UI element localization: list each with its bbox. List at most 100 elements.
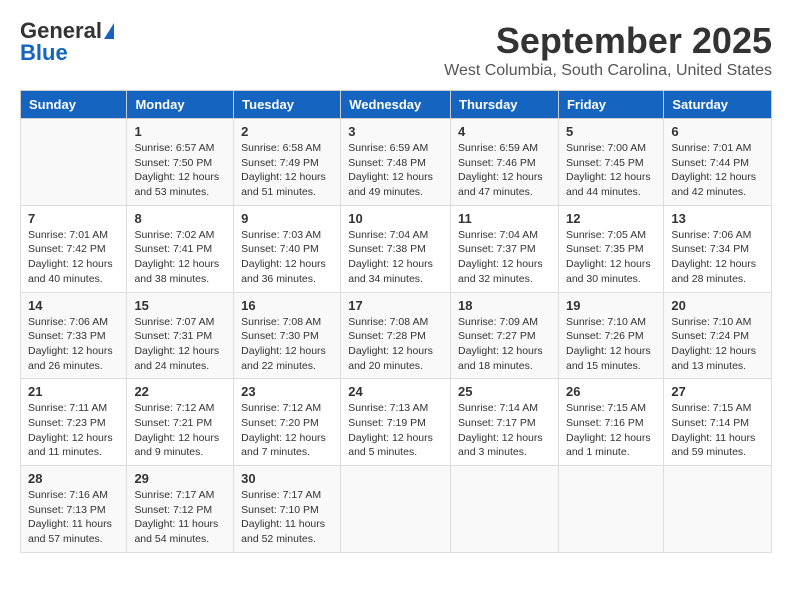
location-title: West Columbia, South Carolina, United St… [444, 62, 772, 80]
day-number: 6 [671, 124, 764, 139]
calendar-cell: 3Sunrise: 6:59 AMSunset: 7:48 PMDaylight… [341, 119, 451, 206]
calendar-cell: 14 Sunrise: 7:06 AMSunset: 7:33 PMDayligh… [21, 292, 127, 379]
day-number: 10 [348, 211, 443, 226]
calendar-table: SundayMondayTuesdayWednesdayThursdayFrid… [20, 90, 772, 553]
calendar-cell: 19 Sunrise: 7:10 AMSunset: 7:26 PMDayligh… [558, 292, 663, 379]
day-info: Sunrise: 7:17 AMSunset: 7:12 PMDaylight:… [134, 488, 226, 547]
day-number: 19 [566, 298, 656, 313]
weekday-header: Sunday [21, 91, 127, 119]
day-info: Sunrise: 7:15 AMSunset: 7:16 PMDaylight:… [566, 401, 656, 460]
day-number: 18 [458, 298, 551, 313]
calendar-cell: 2 Sunrise: 6:58 AMSunset: 7:49 PMDaylight… [234, 119, 341, 206]
calendar-cell [341, 466, 451, 553]
day-number: 11 [458, 211, 551, 226]
day-number: 4 [458, 124, 551, 139]
calendar-cell: 16 Sunrise: 7:08 AMSunset: 7:30 PMDayligh… [234, 292, 341, 379]
calendar-cell: 23 Sunrise: 7:12 AMSunset: 7:20 PMDayligh… [234, 379, 341, 466]
weekday-header: Friday [558, 91, 663, 119]
day-info: Sunrise: 7:06 AMSunset: 7:34 PMDaylight:… [671, 228, 764, 287]
day-info: Sunrise: 7:04 AMSunset: 7:38 PMDaylight:… [348, 228, 443, 287]
day-number: 23 [241, 384, 333, 399]
day-number: 2 [241, 124, 333, 139]
calendar-cell: 24 Sunrise: 7:13 AMSunset: 7:19 PMDayligh… [341, 379, 451, 466]
day-info: Sunrise: 7:14 AMSunset: 7:17 PMDaylight:… [458, 401, 551, 460]
day-info: Sunrise: 7:04 AMSunset: 7:37 PMDaylight:… [458, 228, 551, 287]
day-info: Sunrise: 7:13 AMSunset: 7:19 PMDaylight:… [348, 401, 443, 460]
day-number: 28 [28, 471, 119, 486]
page-header: General Blue September 2025 West Columbi… [20, 20, 772, 80]
day-info: Sunrise: 6:58 AMSunset: 7:49 PMDaylight:… [241, 141, 333, 200]
calendar-cell: 12 Sunrise: 7:05 AMSunset: 7:35 PMDayligh… [558, 205, 663, 292]
logo: General Blue [20, 20, 114, 64]
day-info: Sunrise: 7:12 AMSunset: 7:20 PMDaylight:… [241, 401, 333, 460]
day-number: 25 [458, 384, 551, 399]
day-info: Sunrise: 7:15 AMSunset: 7:14 PMDaylight:… [671, 401, 764, 460]
calendar-cell [664, 466, 772, 553]
calendar-cell: 11 Sunrise: 7:04 AMSunset: 7:37 PMDayligh… [451, 205, 559, 292]
calendar-cell: 15Sunrise: 7:07 AMSunset: 7:31 PMDayligh… [127, 292, 234, 379]
calendar-cell: 30 Sunrise: 7:17 AMSunset: 7:10 PMDayligh… [234, 466, 341, 553]
day-number: 22 [134, 384, 226, 399]
day-number: 13 [671, 211, 764, 226]
day-number: 14 [28, 298, 119, 313]
day-number: 3 [348, 124, 443, 139]
day-info: Sunrise: 7:09 AMSunset: 7:27 PMDaylight:… [458, 315, 551, 374]
calendar-cell: 10 Sunrise: 7:04 AMSunset: 7:38 PMDayligh… [341, 205, 451, 292]
calendar-week-row: 1 Sunrise: 6:57 AMSunset: 7:50 PMDaylight… [21, 119, 772, 206]
day-number: 9 [241, 211, 333, 226]
day-number: 12 [566, 211, 656, 226]
day-info: Sunrise: 7:03 AMSunset: 7:40 PMDaylight:… [241, 228, 333, 287]
day-number: 27 [671, 384, 764, 399]
calendar-cell: 25 Sunrise: 7:14 AMSunset: 7:17 PMDayligh… [451, 379, 559, 466]
calendar-cell: 13 Sunrise: 7:06 AMSunset: 7:34 PMDayligh… [664, 205, 772, 292]
day-number: 1 [134, 124, 226, 139]
calendar-cell: 7Sunrise: 7:01 AMSunset: 7:42 PMDaylight… [21, 205, 127, 292]
day-info: Sunrise: 6:59 AMSunset: 7:46 PMDaylight:… [458, 141, 551, 200]
calendar-week-row: 21Sunrise: 7:11 AMSunset: 7:23 PMDayligh… [21, 379, 772, 466]
weekday-header: Tuesday [234, 91, 341, 119]
day-info: Sunrise: 6:57 AMSunset: 7:50 PMDaylight:… [134, 141, 226, 200]
day-number: 30 [241, 471, 333, 486]
day-info: Sunrise: 7:10 AMSunset: 7:26 PMDaylight:… [566, 315, 656, 374]
title-block: September 2025 West Columbia, South Caro… [444, 20, 772, 80]
weekday-header: Saturday [664, 91, 772, 119]
day-info: Sunrise: 7:01 AMSunset: 7:44 PMDaylight:… [671, 141, 764, 200]
logo-blue-text: Blue [20, 42, 68, 64]
day-number: 16 [241, 298, 333, 313]
month-title: September 2025 [444, 20, 772, 62]
calendar-week-row: 7Sunrise: 7:01 AMSunset: 7:42 PMDaylight… [21, 205, 772, 292]
weekday-header: Thursday [451, 91, 559, 119]
day-info: Sunrise: 7:11 AMSunset: 7:23 PMDaylight:… [28, 401, 119, 460]
day-number: 26 [566, 384, 656, 399]
weekday-header: Monday [127, 91, 234, 119]
calendar-week-row: 14 Sunrise: 7:06 AMSunset: 7:33 PMDayligh… [21, 292, 772, 379]
day-number: 8 [134, 211, 226, 226]
day-info: Sunrise: 7:05 AMSunset: 7:35 PMDaylight:… [566, 228, 656, 287]
calendar-cell: 22 Sunrise: 7:12 AMSunset: 7:21 PMDayligh… [127, 379, 234, 466]
calendar-cell: 1 Sunrise: 6:57 AMSunset: 7:50 PMDaylight… [127, 119, 234, 206]
day-info: Sunrise: 7:10 AMSunset: 7:24 PMDaylight:… [671, 315, 764, 374]
day-number: 20 [671, 298, 764, 313]
day-info: Sunrise: 7:01 AMSunset: 7:42 PMDaylight:… [28, 228, 119, 287]
weekday-header: Wednesday [341, 91, 451, 119]
calendar-cell: 17Sunrise: 7:08 AMSunset: 7:28 PMDayligh… [341, 292, 451, 379]
day-number: 24 [348, 384, 443, 399]
day-number: 29 [134, 471, 226, 486]
day-info: Sunrise: 7:00 AMSunset: 7:45 PMDaylight:… [566, 141, 656, 200]
day-info: Sunrise: 7:08 AMSunset: 7:30 PMDaylight:… [241, 315, 333, 374]
calendar-cell: 21Sunrise: 7:11 AMSunset: 7:23 PMDayligh… [21, 379, 127, 466]
day-info: Sunrise: 7:07 AMSunset: 7:31 PMDaylight:… [134, 315, 226, 374]
calendar-cell: 26 Sunrise: 7:15 AMSunset: 7:16 PMDayligh… [558, 379, 663, 466]
calendar-week-row: 28 Sunrise: 7:16 AMSunset: 7:13 PMDayligh… [21, 466, 772, 553]
logo-triangle-icon [104, 23, 114, 39]
calendar-cell [21, 119, 127, 206]
day-info: Sunrise: 7:02 AMSunset: 7:41 PMDaylight:… [134, 228, 226, 287]
calendar-cell: 27 Sunrise: 7:15 AMSunset: 7:14 PMDayligh… [664, 379, 772, 466]
calendar-cell [558, 466, 663, 553]
day-info: Sunrise: 7:17 AMSunset: 7:10 PMDaylight:… [241, 488, 333, 547]
day-info: Sunrise: 7:12 AMSunset: 7:21 PMDaylight:… [134, 401, 226, 460]
logo-text: General [20, 20, 102, 42]
day-info: Sunrise: 7:16 AMSunset: 7:13 PMDaylight:… [28, 488, 119, 547]
calendar-cell: 5Sunrise: 7:00 AMSunset: 7:45 PMDaylight… [558, 119, 663, 206]
day-info: Sunrise: 7:06 AMSunset: 7:33 PMDaylight:… [28, 315, 119, 374]
